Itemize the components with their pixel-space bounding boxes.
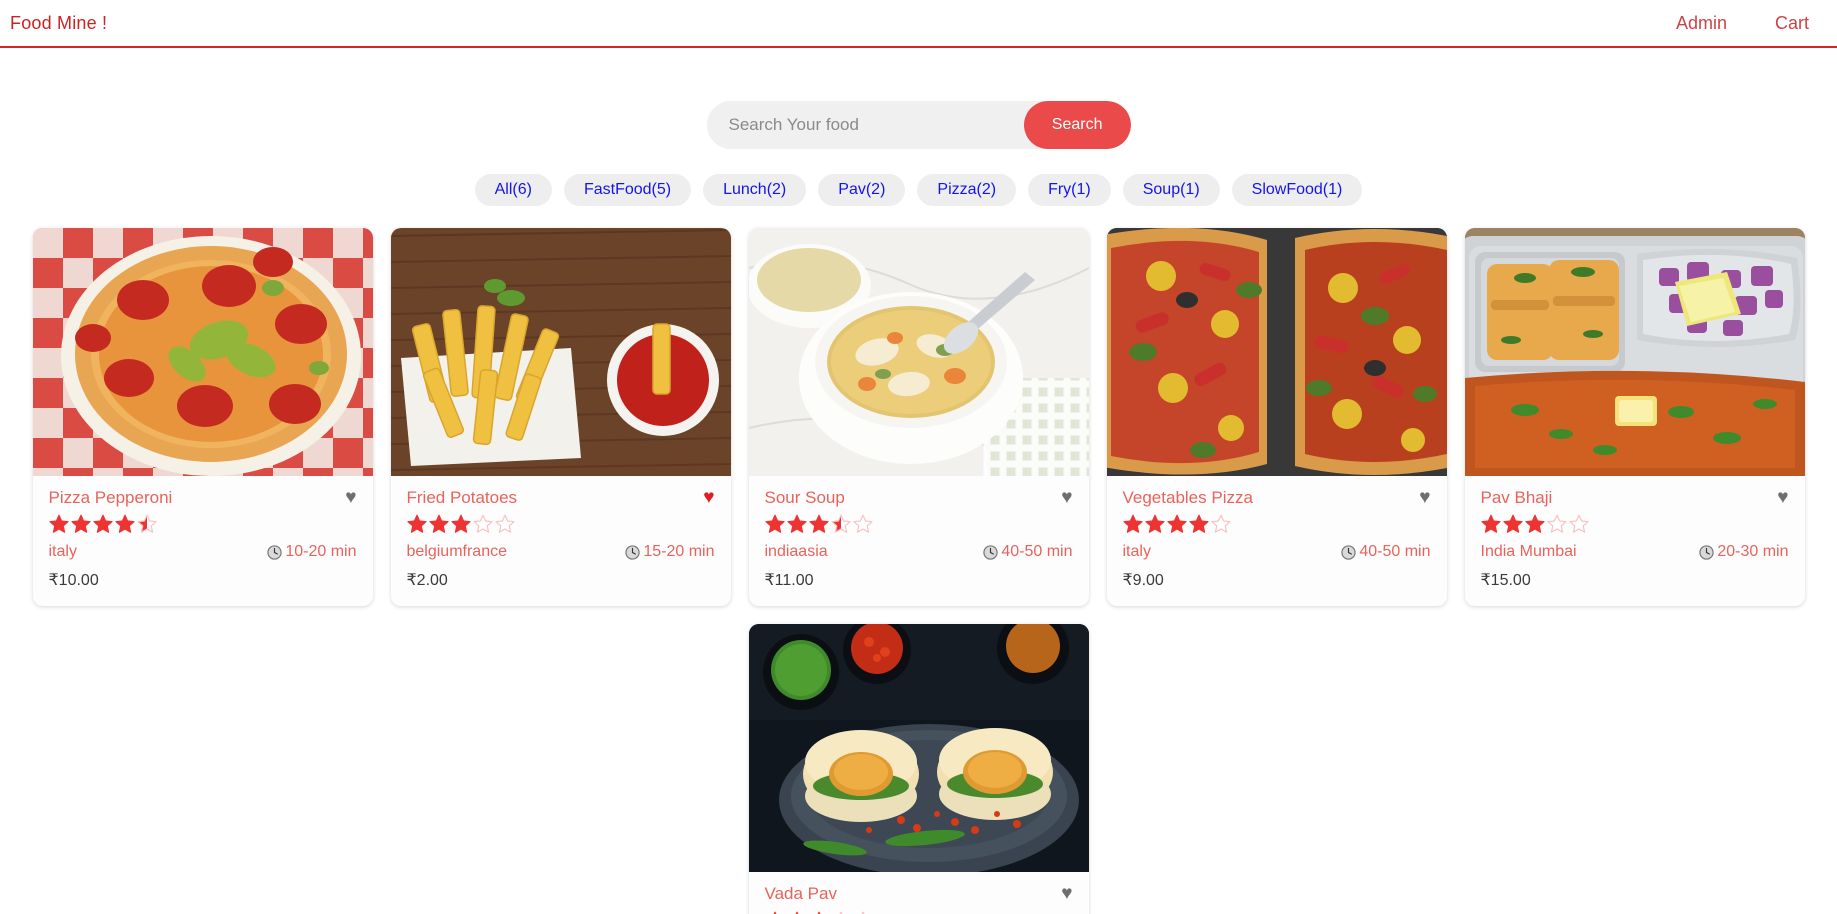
clock-icon [625,545,641,560]
tag-filter-pav[interactable]: Pav(2) [818,174,906,206]
food-cook-time: 10-20 min [267,543,357,561]
star-rating [48,514,357,534]
cook-time-label: 40-50 min [1359,543,1431,561]
site-header: Food Mine ! Admin Cart [0,0,1837,48]
nav-link-admin[interactable]: Admin [1676,13,1727,34]
clock-icon [267,545,283,560]
food-card-header: Sour Soup ♥ [765,488,1073,508]
favorite-heart-icon[interactable]: ♥ [1411,488,1430,507]
star-rating [406,514,715,534]
cook-time-label: 40-50 min [1001,543,1073,561]
food-card-body: Vada Pav♥India Mumbai20-30 min₹5.00 [749,872,1089,914]
food-title[interactable]: Fried Potatoes [407,488,518,508]
food-card-header: Pizza Pepperoni ♥ [49,488,357,508]
food-cook-time: 40-50 min [983,543,1073,561]
food-card[interactable]: Pizza Pepperoni ♥ italy 10-20 min ₹10.00 [32,228,373,607]
food-origin: belgiumfrance [406,543,508,561]
food-image[interactable] [748,624,1089,873]
search-bar: Search [706,101,1131,149]
food-card-body: Pizza Pepperoni ♥ italy 10-20 min ₹10.00 [33,476,373,606]
tag-filter-pizza[interactable]: Pizza(2) [917,174,1017,206]
food-origin: indiaasia [764,543,828,561]
favorite-heart-icon[interactable]: ♥ [1053,488,1072,507]
food-price: ₹9.00 [1122,572,1164,590]
search-button[interactable]: Search [1023,101,1131,149]
food-image[interactable] [1106,228,1447,476]
food-card-body: Vegetables Pizza ♥ italy 40-50 min ₹9.00 [1107,476,1447,606]
food-card-header: Pav Bhaji ♥ [1481,488,1789,508]
food-card-body: Fried Potatoes ♥ belgiumfrance 15-20 min ₹2.… [391,476,731,606]
food-card[interactable]: Vada Pav♥India Mumbai20-30 min₹5.00 [748,624,1089,914]
tag-filter-fry[interactable]: Fry(1) [1028,174,1111,206]
food-card[interactable]: Sour Soup ♥ indiaasia 40-50 min ₹11.00 [748,228,1089,607]
nav-link-cart[interactable]: Cart [1775,13,1809,34]
food-cook-time: 15-20 min [625,543,715,561]
food-meta: indiaasia 40-50 min [765,543,1073,561]
favorite-heart-icon[interactable]: ♥ [337,488,356,507]
tag-filter-slowfood[interactable]: SlowFood(1) [1231,174,1363,206]
clock-icon [983,545,999,560]
cook-time-label: 10-20 min [285,543,357,561]
food-title[interactable]: Pav Bhaji [1481,488,1553,508]
tag-filter-fastfood[interactable]: FastFood(5) [563,174,692,206]
star-rating [1122,514,1431,534]
food-origin: italy [48,543,77,561]
food-title[interactable]: Sour Soup [765,488,845,508]
search-section: Search [0,101,1837,149]
food-card[interactable]: Vegetables Pizza ♥ italy 40-50 min ₹9.00 [1106,228,1447,607]
food-price: ₹11.00 [764,572,814,590]
food-origin: India Mumbai [1480,543,1577,561]
food-card-body: Pav Bhaji ♥ India Mumbai 20-30 min ₹15.00 [1465,476,1805,606]
food-card-body: Sour Soup ♥ indiaasia 40-50 min ₹11.00 [749,476,1089,606]
food-card[interactable]: Pav Bhaji ♥ India Mumbai 20-30 min ₹15.00 [1464,228,1805,607]
food-title[interactable]: Vegetables Pizza [1123,488,1253,508]
food-price: ₹15.00 [1480,572,1531,590]
food-card-header: Fried Potatoes ♥ [407,488,715,508]
food-title[interactable]: Vada Pav [765,884,837,904]
favorite-heart-icon[interactable]: ♥ [1769,488,1788,507]
food-grid: Pizza Pepperoni ♥ italy 10-20 min ₹10.00 Frie… [0,228,1837,914]
food-price: ₹2.00 [406,572,448,590]
star-rating [764,514,1073,534]
favorite-heart-icon[interactable]: ♥ [695,488,714,507]
cook-time-label: 15-20 min [643,543,715,561]
food-meta: India Mumbai 20-30 min [1481,543,1789,561]
food-cook-time: 20-30 min [1699,543,1789,561]
food-cook-time: 40-50 min [1341,543,1431,561]
tag-filter-list: All(6) FastFood(5) Lunch(2) Pav(2) Pizza(2) F… [0,174,1837,206]
cook-time-label: 20-30 min [1717,543,1789,561]
food-meta: italy 40-50 min [1123,543,1431,561]
food-image[interactable] [748,228,1089,476]
tag-filter-all[interactable]: All(6) [474,174,552,206]
food-card-header: Vada Pav ♥ [765,884,1073,904]
header-nav: Admin Cart [1676,13,1829,34]
favorite-heart-icon[interactable]: ♥ [1053,884,1072,903]
food-meta: italy 10-20 min [49,543,357,561]
food-price: ₹10.00 [48,572,99,590]
tag-filter-soup[interactable]: Soup(1) [1122,174,1220,206]
food-card-header: Vegetables Pizza ♥ [1123,488,1431,508]
food-image[interactable] [1464,228,1805,476]
tag-filter-lunch[interactable]: Lunch(2) [703,174,807,206]
clock-icon [1699,545,1715,560]
food-title[interactable]: Pizza Pepperoni [49,488,173,508]
clock-icon [1341,545,1357,560]
star-rating [1480,514,1789,534]
brand-logo[interactable]: Food Mine ! [10,13,107,34]
food-image[interactable] [390,228,731,476]
food-image[interactable] [32,228,373,476]
food-origin: italy [1122,543,1151,561]
search-input[interactable] [706,101,1024,149]
food-meta: belgiumfrance 15-20 min [407,543,715,561]
food-card[interactable]: Fried Potatoes ♥ belgiumfrance 15-20 min ₹2.… [390,228,731,607]
